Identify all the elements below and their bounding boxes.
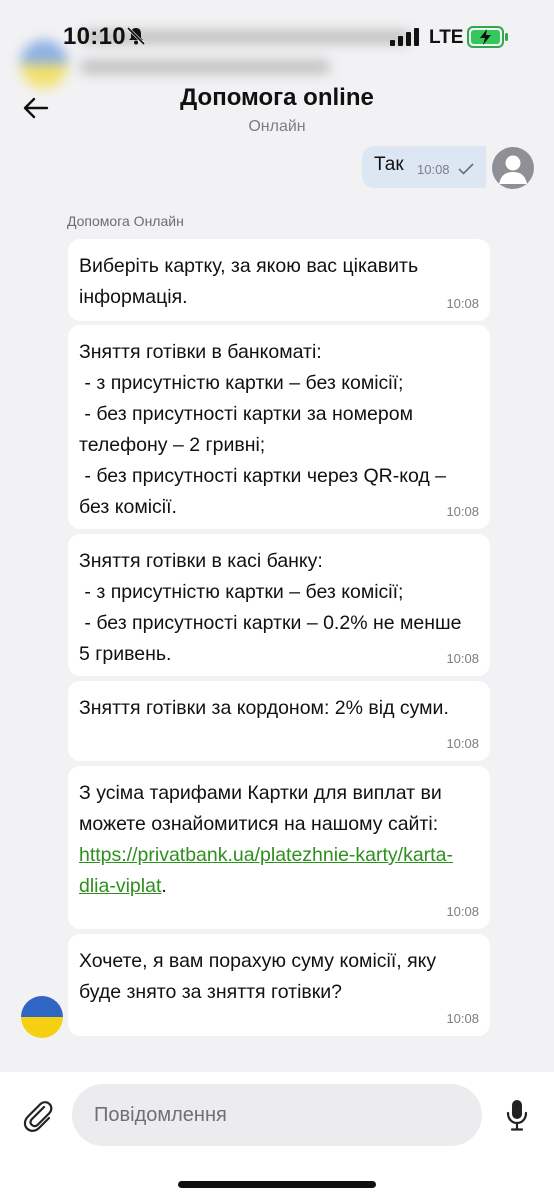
incoming-message[interactable]: Зняття готівки за кордоном: 2% від суми.… xyxy=(68,681,490,761)
outgoing-message-time: 10:08 xyxy=(417,162,450,177)
message-text: Зняття готівки в касі банку: - з присутн… xyxy=(79,550,462,665)
user-avatar[interactable] xyxy=(492,147,534,189)
paperclip-icon[interactable] xyxy=(22,1098,54,1132)
outgoing-message-text: Так xyxy=(374,154,404,175)
message-text: Зняття готівки за кордоном: 2% від суми. xyxy=(79,697,449,719)
message-time: 10:08 xyxy=(446,504,479,519)
incoming-message[interactable]: Зняття готівки в банкоматі: - з присутні… xyxy=(68,325,490,529)
message-input[interactable] xyxy=(72,1084,482,1146)
message-text-part: . xyxy=(161,875,167,897)
signal-icon xyxy=(390,28,419,46)
microphone-icon[interactable] xyxy=(505,1098,529,1132)
status-bar: 10:10 LTE xyxy=(0,0,554,78)
check-icon xyxy=(458,163,474,175)
bell-slash-icon xyxy=(126,26,146,46)
tariffs-link[interactable]: https://privatbank.ua/platezhnie-karty/k… xyxy=(79,844,453,897)
user-silhouette-icon xyxy=(499,155,527,184)
message-time: 10:08 xyxy=(446,296,479,311)
chat-header: Допомога online Онлайн xyxy=(0,78,554,148)
message-time: 10:08 xyxy=(446,736,479,751)
message-time: 10:08 xyxy=(446,904,479,919)
incoming-message[interactable]: Зняття готівки в касі банку: - з присутн… xyxy=(68,534,490,676)
bot-avatar[interactable] xyxy=(21,996,63,1038)
message-text-part: З усіма тарифами Картки для виплат ви мо… xyxy=(79,782,448,835)
message-text: З усіма тарифами Картки для виплат ви мо… xyxy=(79,778,474,902)
incoming-message[interactable]: Хочете, я вам порахую суму комісії, яку … xyxy=(68,934,490,1036)
message-time: 10:08 xyxy=(446,1011,479,1026)
battery-charging-icon xyxy=(467,26,508,48)
chat-title: Допомога online xyxy=(180,84,374,111)
incoming-message[interactable]: Виберіть картку, за якою вас цікавить ін… xyxy=(68,239,490,321)
chat-status: Онлайн xyxy=(248,118,306,135)
message-text: Хочете, я вам порахую суму комісії, яку … xyxy=(79,950,442,1003)
outgoing-message[interactable]: Так 10:08 xyxy=(362,146,486,188)
incoming-message[interactable]: З усіма тарифами Картки для виплат ви мо… xyxy=(68,766,490,929)
message-text: Виберіть картку, за якою вас цікавить ін… xyxy=(79,255,424,308)
home-indicator[interactable] xyxy=(178,1181,376,1188)
message-text: Зняття готівки в банкоматі: - з присутні… xyxy=(79,341,447,518)
network-type: LTE xyxy=(429,27,464,48)
message-time: 10:08 xyxy=(446,651,479,666)
status-time: 10:10 xyxy=(63,23,126,50)
sender-name: Допомога Онлайн xyxy=(67,213,184,229)
